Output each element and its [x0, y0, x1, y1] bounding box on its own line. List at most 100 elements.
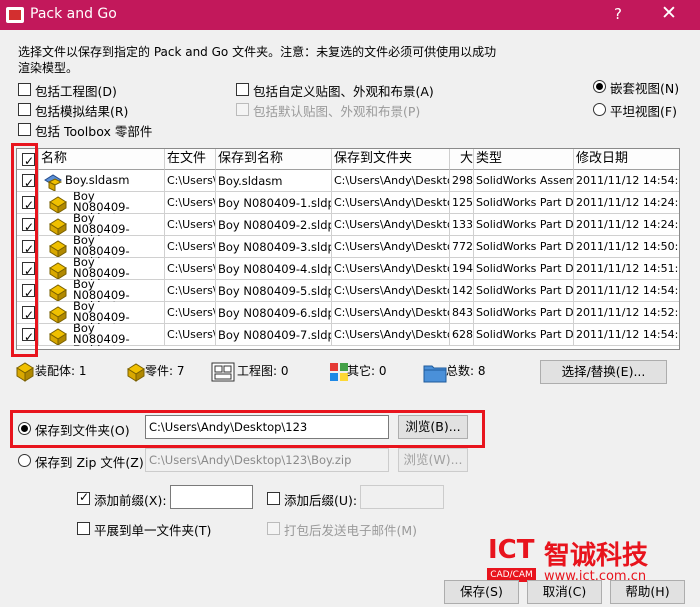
type-cell: SolidWorks Part D	[474, 236, 574, 258]
name-cell: Boy N080409-1.sldprt	[39, 192, 165, 214]
size-cell: 125	[450, 192, 474, 214]
type-cell: SolidWorks Part D	[474, 214, 574, 236]
column-header-size[interactable]: 大	[450, 149, 474, 170]
total-count: 总数: 8	[446, 364, 486, 378]
save-folder-cell[interactable]: C:\Users\Andy\Deskto	[332, 214, 450, 236]
save-folder-cell[interactable]: C:\Users\Andy\Deskto	[332, 324, 450, 346]
save-folder-cell[interactable]: C:\Users\Andy\Deskto	[332, 170, 450, 192]
email-checkbox[interactable]	[267, 522, 280, 535]
cancel-button[interactable]: 取消(C)	[527, 580, 602, 604]
include-drawings-checkbox[interactable]	[18, 83, 31, 96]
file-name: Boy N080409-2.sldprt	[73, 214, 130, 236]
table-row[interactable]: Boy N080409-4.sldprtC:\Users\Boy N080409…	[17, 258, 679, 280]
include-default-decals-checkbox[interactable]	[236, 103, 249, 116]
modified-cell: 2011/11/12 14:52:	[576, 306, 679, 319]
add-prefix-label: 添加前缀(X):	[94, 493, 167, 508]
size-cell: 133	[450, 214, 474, 236]
save-folder-path-field[interactable]: C:\Users\Andy\Desktop\123	[145, 415, 389, 439]
drawing-icon	[211, 361, 235, 383]
part-icon	[47, 327, 69, 346]
flatten-checkbox[interactable]	[77, 522, 90, 535]
file-name: Boy N080409-5.sldprt	[73, 280, 130, 302]
name-cell: Boy N080409-2.sldprt	[39, 214, 165, 236]
select-replace-button[interactable]: 选择/替换(E)...	[540, 360, 667, 384]
part-icon	[47, 283, 69, 302]
table-row[interactable]: Boy N080409-2.sldprtC:\Users\Boy N080409…	[17, 214, 679, 236]
table-row[interactable]: Boy N080409-5.sldprtC:\Users\Boy N080409…	[17, 280, 679, 302]
title-bar: Pack and Go ? ✕	[0, 0, 700, 30]
description-text: 选择文件以保存到指定的 Pack and Go 文件夹。注意：未复选的文件必须可…	[18, 45, 497, 75]
help-button[interactable]: 帮助(H)	[610, 580, 685, 604]
add-suffix-label: 添加后缀(U):	[284, 493, 358, 508]
modified-cell: 2011/11/12 14:24:	[576, 218, 679, 231]
email-label: 打包后发送电子邮件(M)	[284, 523, 418, 538]
nested-view-radio[interactable]	[593, 80, 606, 93]
close-icon[interactable]: ✕	[661, 2, 677, 24]
file-name: Boy N080409-4.sldprt	[73, 258, 130, 280]
save-name-cell[interactable]: Boy N080409-6.sldprt	[216, 302, 332, 324]
save-name-cell[interactable]: Boy.sldasm	[216, 170, 332, 192]
include-simulation-checkbox[interactable]	[18, 103, 31, 116]
table-row[interactable]: Boy N080409-3.sldprtC:\Users\Boy N080409…	[17, 236, 679, 258]
nested-view-label: 嵌套视图(N)	[610, 81, 680, 96]
save-name-cell[interactable]: Boy N080409-1.sldprt	[216, 192, 332, 214]
table-row[interactable]: Boy N080409-6.sldprtC:\Users\Boy N080409…	[17, 302, 679, 324]
save-name-cell[interactable]: Boy N080409-4.sldprt	[216, 258, 332, 280]
save-folder-cell[interactable]: C:\Users\Andy\Deskto	[332, 236, 450, 258]
in-folder-cell: C:\Users\	[165, 324, 216, 346]
assemblies-count: 装配体: 1	[35, 364, 87, 378]
column-header-type[interactable]: 类型	[474, 149, 574, 170]
save-name-cell[interactable]: Boy N080409-2.sldprt	[216, 214, 332, 236]
browse-folder-button[interactable]: 浏览(B)...	[398, 415, 468, 439]
suffix-input[interactable]	[360, 485, 444, 509]
save-to-folder-radio[interactable]	[18, 422, 31, 435]
add-prefix-checkbox[interactable]	[77, 490, 90, 505]
modified-cell: 2011/11/12 14:54:	[576, 174, 679, 187]
size-cell: 843	[450, 302, 474, 324]
include-custom-decals-checkbox[interactable]	[236, 83, 249, 96]
save-to-zip-radio[interactable]	[18, 454, 31, 467]
flat-view-radio[interactable]	[593, 103, 606, 116]
table-row[interactable]: Boy.sldasmC:\Users\Boy.sldasmC:\Users\An…	[17, 170, 679, 192]
table-row[interactable]: Boy N080409-7.sldprtC:\Users\Boy N080409…	[17, 324, 679, 346]
save-button[interactable]: 保存(S)	[444, 580, 519, 604]
parts-count: 零件: 7	[145, 364, 185, 378]
help-icon[interactable]: ?	[614, 5, 622, 23]
save-name-cell[interactable]: Boy N080409-7.sldprt	[216, 324, 332, 346]
solidworks-app-icon	[6, 7, 24, 23]
column-header-modified[interactable]: 修改日期	[574, 149, 679, 170]
browse-zip-button[interactable]: 浏览(W)...	[398, 448, 468, 472]
save-name-cell[interactable]: Boy N080409-3.sldprt	[216, 236, 332, 258]
window-title: Pack and Go	[30, 6, 117, 22]
table-row[interactable]: Boy N080409-1.sldprtC:\Users\Boy N080409…	[17, 192, 679, 214]
type-cell: SolidWorks Part D	[474, 324, 574, 346]
modified-cell: 2011/11/12 14:50:	[576, 240, 679, 253]
include-toolbox-checkbox[interactable]	[18, 123, 31, 136]
add-suffix-checkbox[interactable]	[267, 492, 280, 505]
save-folder-cell[interactable]: C:\Users\Andy\Deskto	[332, 280, 450, 302]
in-folder-cell: C:\Users\	[165, 236, 216, 258]
column-header-in-folder[interactable]: 在文件	[165, 149, 216, 170]
type-cell: SolidWorks Part D	[474, 280, 574, 302]
save-folder-cell[interactable]: C:\Users\Andy\Deskto	[332, 258, 450, 280]
type-cell: SolidWorks Part D	[474, 302, 574, 324]
file-table: 名称 在文件 保存到名称 保存到文件夹 大 类型 修改日期 Boy.sldasm…	[16, 148, 680, 350]
save-name-cell[interactable]: Boy N080409-5.sldprt	[216, 280, 332, 302]
in-folder-cell: C:\Users\	[165, 214, 216, 236]
column-header-save-name[interactable]: 保存到名称	[216, 149, 332, 170]
include-drawings-label: 包括工程图(D)	[35, 84, 117, 99]
zip-path-field[interactable]: C:\Users\Andy\Desktop\123\Boy.zip	[145, 448, 389, 472]
type-cell: SolidWorks Part D	[474, 192, 574, 214]
modified-cell: 2011/11/12 14:54:	[576, 328, 679, 341]
include-custom-decals-label: 包括自定义贴图、外观和布景(A)	[253, 84, 434, 99]
column-header-name[interactable]: 名称	[39, 149, 165, 170]
column-header-save-folder[interactable]: 保存到文件夹	[332, 149, 450, 170]
file-name: Boy.sldasm	[65, 173, 130, 187]
size-cell: 772	[450, 236, 474, 258]
prefix-input[interactable]	[170, 485, 253, 509]
size-cell: 628	[450, 324, 474, 346]
part-icon	[125, 360, 147, 382]
save-folder-cell[interactable]: C:\Users\Andy\Deskto	[332, 302, 450, 324]
save-folder-cell[interactable]: C:\Users\Andy\Deskto	[332, 192, 450, 214]
file-name: Boy N080409-1.sldprt	[73, 192, 130, 214]
